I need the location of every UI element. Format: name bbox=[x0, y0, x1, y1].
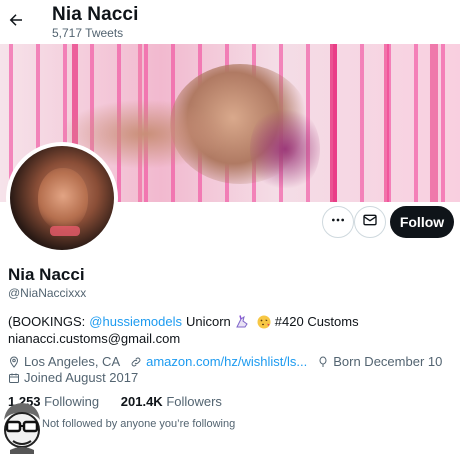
calendar-icon bbox=[8, 372, 20, 384]
profile-name: Nia Nacci bbox=[8, 265, 85, 284]
profile-header: Nia Nacci 5,717 Tweets bbox=[0, 0, 460, 44]
more-options-button[interactable] bbox=[322, 206, 354, 238]
bio-prefix: (BOOKINGS: bbox=[8, 314, 86, 329]
bio-line-2: nianacci.customs@gmail.com bbox=[8, 331, 181, 346]
avatar-photo bbox=[10, 146, 114, 250]
mail-icon bbox=[362, 212, 378, 233]
unicorn-emoji bbox=[235, 314, 249, 329]
bio-after-emoji: #420 Customs bbox=[274, 314, 359, 329]
follow-button[interactable]: Follow bbox=[390, 206, 454, 238]
followed-by-text: Not followed by anyone you’re following bbox=[42, 418, 236, 430]
more-icon bbox=[330, 212, 346, 233]
followers-label: Followers bbox=[166, 394, 222, 409]
bio-line-1: (BOOKINGS: @hussiemodels Unicorn #420 Cu… bbox=[8, 314, 359, 329]
tweet-count: 5,717 Tweets bbox=[52, 26, 124, 40]
website-link[interactable]: amazon.com/hz/wishlist/ls... bbox=[146, 354, 307, 369]
profile-joined-row: Joined August 2017 bbox=[8, 370, 138, 385]
avatar[interactable] bbox=[6, 142, 118, 254]
birth-text: Born December 10 bbox=[333, 354, 443, 369]
back-arrow-icon[interactable] bbox=[6, 10, 26, 30]
location-icon bbox=[8, 355, 20, 368]
following-label: Following bbox=[44, 394, 100, 409]
header-name: Nia Nacci bbox=[52, 4, 139, 25]
profile-handle: @NiaNaccixxx bbox=[8, 286, 87, 300]
profile-meta-row: Los Angeles, CA amazon.com/hz/wishlist/l… bbox=[8, 354, 442, 369]
followers-link[interactable]: 201.4K Followers bbox=[121, 394, 222, 409]
bio-mention-link[interactable]: @hussiemodels bbox=[89, 314, 182, 329]
link-icon bbox=[130, 356, 142, 368]
balloon-icon bbox=[317, 356, 329, 368]
kiss-emoji bbox=[257, 315, 271, 329]
location-text: Los Angeles, CA bbox=[24, 354, 121, 369]
joined-text: Joined August 2017 bbox=[24, 370, 139, 385]
message-button[interactable] bbox=[354, 206, 386, 238]
bio-after-mention: Unicorn bbox=[185, 314, 231, 329]
mascot-logo bbox=[0, 398, 44, 454]
followers-count: 201.4K bbox=[120, 394, 163, 409]
